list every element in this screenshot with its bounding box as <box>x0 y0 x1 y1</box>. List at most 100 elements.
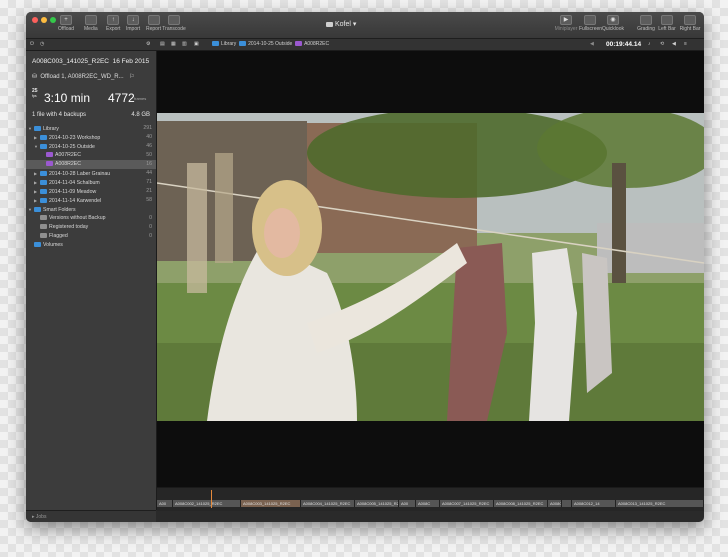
fps-unit: fps <box>32 94 37 98</box>
timecode-display: 00:19:44.14 <box>606 41 642 48</box>
tree-item-meadow[interactable]: ▶ 2014-11-09 Meadow 21 <box>26 187 156 196</box>
tree-item-volumes[interactable]: Volumes <box>26 241 156 250</box>
timeline-clip[interactable]: A008C <box>548 500 562 507</box>
tree-item-library[interactable]: ▼ Library 291 <box>26 124 156 133</box>
tree-item-registered-today[interactable]: Registered today 0 <box>26 223 156 232</box>
tree-item-laber-grainau[interactable]: ▶ 2014-10-28 Laber Grainau 44 <box>26 169 156 178</box>
filmstrip-view-icon[interactable]: ▥ <box>182 40 187 49</box>
smart-folder-icon <box>40 233 47 239</box>
video-viewer[interactable]: A00 A008C002_141025_R2EC A008C003_141025… <box>157 51 704 511</box>
folder-icon <box>40 198 47 204</box>
grid-view-icon[interactable]: ▦ <box>171 40 176 49</box>
timeline-clip[interactable]: A008C004_141025_R2EC <box>301 500 355 507</box>
tree-item-label: A008R2EC <box>55 161 81 167</box>
quicklook-button[interactable]: ◉ Quicklook <box>601 15 625 32</box>
left-bar-button[interactable]: Left Bar <box>656 15 678 32</box>
tree-item-label: 2014-10-25 Outside <box>49 144 95 150</box>
folder-icon <box>34 242 41 248</box>
clip-header: A008C003_141025_R2EC 16 Feb 2015 <box>32 58 149 65</box>
timeline-clip[interactable]: A008C008_141025_R2EC <box>494 500 548 507</box>
tree-item-outside[interactable]: ▼ 2014-10-25 Outside 46 <box>26 142 156 151</box>
tree-item-versions-without-backup[interactable]: Versions without Backup 0 <box>26 214 156 223</box>
close-window-button[interactable] <box>32 17 38 23</box>
jobs-bar[interactable]: ▸ Jobs <box>26 510 156 522</box>
clip-duration: 3:10 min <box>44 91 91 105</box>
file-backup-info: 1 file with 4 backups <box>32 112 87 118</box>
timeline-clip[interactable]: A008C012_14 <box>572 500 616 507</box>
file-size: 4.8 GB <box>131 112 150 118</box>
frames-label: frames <box>134 96 147 101</box>
list-view-icon[interactable]: ▤ <box>160 40 165 49</box>
tree-item-label: A007R2EC <box>55 152 81 158</box>
playhead[interactable] <box>211 490 212 508</box>
transcode-button[interactable]: Transcode <box>160 15 188 32</box>
timeline-clip[interactable]: A008C013_141025_R2EC <box>616 500 704 507</box>
power-icon[interactable]: ⏻ <box>30 40 34 49</box>
audio-icon[interactable]: ♪ <box>648 40 651 49</box>
tree-item-count: 21 <box>146 188 152 194</box>
export-label: Export <box>106 26 121 32</box>
breadcrumb: Library 2014-10-25 Outside A008R2EC <box>212 40 329 49</box>
timeline-clip[interactable] <box>562 500 572 507</box>
tree-item-workshop[interactable]: ▶ 2014-10-23 Workshop 40 <box>26 133 156 142</box>
tree-item-label: Volumes <box>43 242 63 248</box>
media-icon <box>84 15 97 25</box>
tree-item-a008r2ec[interactable]: A008R2EC 16 <box>26 160 156 169</box>
media-label: Media <box>84 26 98 32</box>
tree-item-label: Flagged <box>49 233 68 239</box>
tree-item-label: 2014-11-14 Karwendel <box>49 198 102 204</box>
timeline-clip-current[interactable]: A008C003_141025_R2EC <box>241 500 301 507</box>
export-button[interactable]: ↑ Export <box>106 15 120 32</box>
tree-item-flagged[interactable]: Flagged 0 <box>26 232 156 241</box>
breadcrumb-library[interactable]: Library <box>212 41 236 47</box>
title-bar: + Offload Media ↑ Export ↓ Import Report… <box>26 12 704 39</box>
media-button[interactable]: Media <box>84 15 98 32</box>
arrow-left-icon[interactable]: ◀ <box>590 40 594 49</box>
tree-item-count: 44 <box>146 170 152 176</box>
timeline-clip[interactable]: A00 <box>399 500 416 507</box>
gear-icon[interactable]: ⚙ <box>146 40 150 49</box>
tree-item-karwendel[interactable]: ▶ 2014-11-14 Karwendel 58 <box>26 196 156 205</box>
zoom-window-button[interactable] <box>50 17 56 23</box>
timeline-clip[interactable]: A008C002_141025_R2EC <box>173 500 241 507</box>
offload-icon: + <box>60 15 73 25</box>
minimize-window-button[interactable] <box>41 17 47 23</box>
tree-item-label: 2014-11-09 Meadow <box>49 189 97 195</box>
video-frame[interactable] <box>157 113 704 421</box>
tree-item-schalbum[interactable]: ▶ 2014-11-04 Schalbum 71 <box>26 178 156 187</box>
fullscreen-button[interactable]: Fullscreen <box>579 15 602 32</box>
timeline[interactable]: A00 A008C002_141025_R2EC A008C003_141025… <box>157 487 704 511</box>
tree-item-a007r2ec[interactable]: A007R2EC 50 <box>26 151 156 160</box>
timeline-clip[interactable]: A008C <box>416 500 440 507</box>
clock-icon[interactable]: ◷ <box>40 40 44 49</box>
right-bar-button[interactable]: Right Bar <box>678 15 702 32</box>
window-title[interactable]: Kofel ▾ <box>326 20 356 28</box>
mute-icon[interactable]: ◀ <box>672 40 676 49</box>
library-tree: ▼ Library 291 ▶ 2014-10-23 Workshop 40 ▼ 2014… <box>26 124 156 250</box>
timeline-clip[interactable]: A008C005_141025_R2EC <box>355 500 399 507</box>
tree-item-count: 50 <box>146 152 152 158</box>
breadcrumb-volume[interactable]: A008R2EC <box>295 41 329 47</box>
tree-item-smart-folders[interactable]: ▼ Smart Folders <box>26 205 156 214</box>
settings-icon[interactable]: ≡ <box>684 40 687 49</box>
miniplayer-button[interactable]: ▶ Miniplayer <box>551 15 581 32</box>
folder-icon <box>239 41 247 47</box>
timeline-clip[interactable]: A00 <box>157 500 173 507</box>
flag-icon[interactable]: ⚐ <box>129 74 134 80</box>
tree-item-count: 0 <box>149 215 152 221</box>
report-button[interactable]: Report <box>146 15 161 32</box>
loop-icon[interactable]: ⟲ <box>660 40 664 49</box>
jobs-label: Jobs <box>35 514 47 520</box>
offload-button[interactable]: + Offload <box>58 15 74 32</box>
app-window: + Offload Media ↑ Export ↓ Import Report… <box>26 12 704 522</box>
detail-view-icon[interactable]: ▣ <box>194 40 199 49</box>
import-button[interactable]: ↓ Import <box>126 15 140 32</box>
grading-button[interactable]: Grading <box>635 15 657 32</box>
timeline-clip[interactable]: A008C007_141025_R2EC <box>440 500 494 507</box>
smart-folder-icon <box>40 224 47 230</box>
left-bar-label: Left Bar <box>658 26 676 32</box>
breadcrumb-outside[interactable]: 2014-10-25 Outside <box>239 41 292 47</box>
report-label: Report <box>146 26 162 32</box>
clip-folder-icon <box>295 41 303 47</box>
folder-icon <box>212 41 219 47</box>
